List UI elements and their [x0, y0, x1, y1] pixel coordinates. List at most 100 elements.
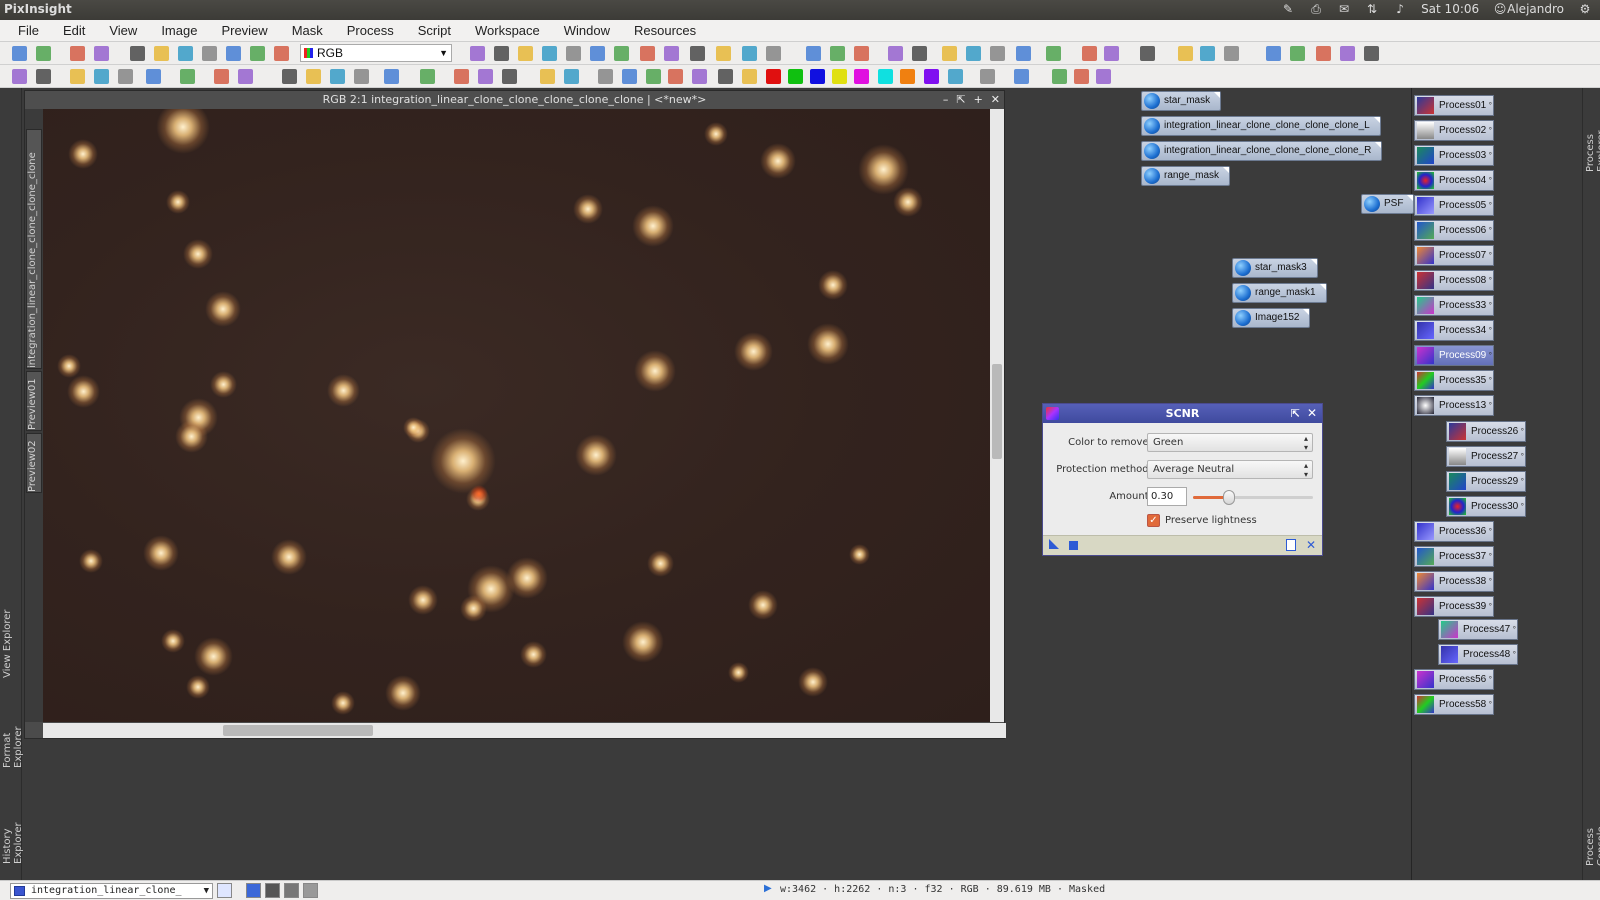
toolbar-button-icon[interactable]: [668, 69, 683, 84]
main-view-tab[interactable]: integration_linear_clone_clone_clone_clo…: [26, 129, 42, 369]
toolbar-button-icon[interactable]: [36, 69, 51, 84]
shade-icon[interactable]: ⇱: [956, 91, 965, 109]
toolbar-button-icon[interactable]: [1316, 46, 1331, 61]
process-icon-process35[interactable]: Process35 °: [1414, 370, 1494, 391]
toolbar-button-icon[interactable]: [146, 69, 161, 84]
image-icon-psf[interactable]: PSF: [1361, 194, 1415, 214]
display-mode-4[interactable]: [303, 883, 318, 898]
display-mode-1[interactable]: [246, 883, 261, 898]
mail-icon[interactable]: ✉: [1337, 2, 1351, 16]
toolbar-button-icon[interactable]: [832, 69, 847, 84]
toolbar-button-icon[interactable]: [888, 46, 903, 61]
history-explorer-tab[interactable]: History Explorer: [2, 784, 24, 864]
toolbar-button-icon[interactable]: [118, 69, 133, 84]
preview02-tab[interactable]: Preview02: [26, 433, 42, 493]
preserve-lightness-checkbox[interactable]: ✓: [1147, 514, 1160, 527]
process-icon-process08[interactable]: Process08 °: [1414, 270, 1494, 291]
new-instance-icon[interactable]: [1049, 539, 1059, 549]
toolbar-button-icon[interactable]: [238, 69, 253, 84]
toolbar-button-icon[interactable]: [990, 46, 1005, 61]
toolbar-button-icon[interactable]: [70, 69, 85, 84]
format-explorer-tab[interactable]: Format Explorer: [2, 688, 24, 768]
close-icon[interactable]: ✕: [1307, 404, 1317, 423]
browse-documentation-icon[interactable]: [1286, 539, 1296, 551]
edit-icon[interactable]: ✎: [1281, 2, 1295, 16]
toolbar-button-icon[interactable]: [878, 69, 893, 84]
menu-mask[interactable]: Mask: [280, 23, 335, 38]
shade-icon[interactable]: ⇱: [1291, 404, 1300, 423]
toolbar-button-icon[interactable]: [384, 69, 399, 84]
scroll-thumb[interactable]: [223, 725, 373, 736]
toolbar-button-icon[interactable]: [1140, 46, 1155, 61]
menu-process[interactable]: Process: [335, 23, 406, 38]
toolbar-button-icon[interactable]: [1340, 46, 1355, 61]
toolbar-button-icon[interactable]: [250, 46, 265, 61]
toolbar-button-icon[interactable]: [690, 46, 705, 61]
process-icon-process58[interactable]: Process58 °: [1414, 694, 1494, 715]
menu-preview[interactable]: Preview: [209, 23, 279, 38]
toolbar-button-icon[interactable]: [1224, 46, 1239, 61]
toolbar-button-icon[interactable]: [646, 69, 661, 84]
process-icon-process05[interactable]: Process05 °: [1414, 195, 1494, 216]
toolbar-button-icon[interactable]: [1046, 46, 1061, 61]
image-icon-range-mask[interactable]: range_mask: [1141, 166, 1231, 186]
toolbar-button-icon[interactable]: [614, 46, 629, 61]
process-icon-process33[interactable]: Process33 °: [1414, 295, 1494, 316]
toolbar-button-icon[interactable]: [854, 46, 869, 61]
toolbar-button-icon[interactable]: [306, 69, 321, 84]
toolbar-button-icon[interactable]: [716, 46, 731, 61]
reset-icon[interactable]: ✕: [1306, 538, 1316, 552]
menu-workspace[interactable]: Workspace: [463, 23, 552, 38]
toolbar-button-icon[interactable]: [942, 46, 957, 61]
toolbar-button-icon[interactable]: [692, 69, 707, 84]
process-explorer-tab[interactable]: Process Explorer: [1585, 92, 1600, 172]
toolbar-button-icon[interactable]: [494, 46, 509, 61]
toolbar-button-icon[interactable]: [566, 46, 581, 61]
toolbar-button-icon[interactable]: [640, 46, 655, 61]
toolbar-button-icon[interactable]: [1096, 69, 1111, 84]
process-icon-process30[interactable]: Process30 °: [1446, 496, 1526, 517]
maximize-icon[interactable]: +: [974, 91, 983, 109]
toolbar-button-icon[interactable]: [810, 69, 825, 84]
scnr-titlebar[interactable]: SCNR ⇱ ✕: [1043, 404, 1322, 423]
user-menu[interactable]: ☺Alejandro: [1493, 2, 1564, 16]
toolbar-button-icon[interactable]: [564, 69, 579, 84]
toolbar-button-icon[interactable]: [742, 69, 757, 84]
printer-icon[interactable]: ⎙: [1309, 2, 1323, 16]
process-icon-process07[interactable]: Process07 °: [1414, 245, 1494, 266]
toolbar-button-icon[interactable]: [806, 46, 821, 61]
toolbar-button-icon[interactable]: [420, 69, 435, 84]
menu-resources[interactable]: Resources: [622, 23, 708, 38]
toolbar-button-icon[interactable]: [330, 69, 345, 84]
toolbar-button-icon[interactable]: [1266, 46, 1281, 61]
process-icon-process01[interactable]: Process01 °: [1414, 95, 1494, 116]
toolbar-button-icon[interactable]: [1082, 46, 1097, 61]
toolbar-button-icon[interactable]: [830, 46, 845, 61]
toolbar-button-icon[interactable]: [94, 69, 109, 84]
toolbar-button-icon[interactable]: [980, 69, 995, 84]
toolbar-button-icon[interactable]: [518, 46, 533, 61]
toolbar-button-icon[interactable]: [1014, 69, 1029, 84]
toolbar-button-icon[interactable]: [226, 46, 241, 61]
toolbar-button-icon[interactable]: [766, 69, 781, 84]
toolbar-button-icon[interactable]: [1052, 69, 1067, 84]
toolbar-button-icon[interactable]: [94, 46, 109, 61]
toolbar-button-icon[interactable]: [1016, 46, 1031, 61]
process-icon-process27[interactable]: Process27 °: [1446, 446, 1526, 467]
toolbar-button-icon[interactable]: [274, 46, 289, 61]
clock[interactable]: Sat 10:06: [1421, 2, 1479, 16]
toolbar-button-icon[interactable]: [900, 69, 915, 84]
process-icon-process13[interactable]: Process13 °: [1414, 395, 1494, 416]
toolbar-button-icon[interactable]: [12, 46, 27, 61]
toolbar-button-icon[interactable]: [470, 46, 485, 61]
toolbar-button-icon[interactable]: [966, 46, 981, 61]
process-icon-process48[interactable]: Process48 °: [1438, 644, 1518, 665]
toolbar-button-icon[interactable]: [664, 46, 679, 61]
menu-file[interactable]: File: [6, 23, 51, 38]
toolbar-button-icon[interactable]: [1178, 46, 1193, 61]
toolbar-button-icon[interactable]: [130, 46, 145, 61]
process-icon-process36[interactable]: Process36 °: [1414, 521, 1494, 542]
toolbar-button-icon[interactable]: [454, 69, 469, 84]
process-icon-process34[interactable]: Process34 °: [1414, 320, 1494, 341]
toolbar-button-icon[interactable]: [542, 46, 557, 61]
